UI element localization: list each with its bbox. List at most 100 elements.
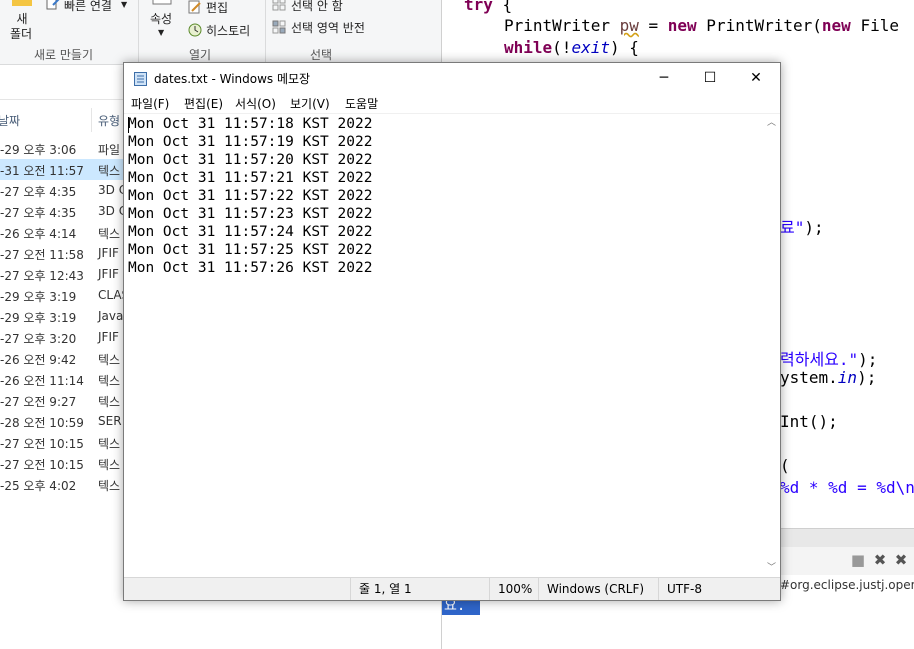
code-text: ystem. bbox=[780, 368, 838, 387]
edit-button[interactable]: 편집 bbox=[206, 0, 228, 16]
code-line: ( bbox=[780, 456, 790, 475]
scroll-up-icon[interactable]: ︿ bbox=[763, 115, 780, 132]
text-line: Mon Oct 31 11:57:19 KST 2022 bbox=[128, 134, 373, 150]
select-none-button[interactable]: 선택 안 함 bbox=[291, 0, 343, 14]
maximize-button[interactable]: ☐ bbox=[687, 63, 733, 93]
status-cursor-position: 줄 1, 열 1 bbox=[350, 578, 484, 600]
column-header-date[interactable]: 날짜 bbox=[0, 112, 20, 129]
file-type: 텍스 bbox=[98, 395, 121, 409]
file-date: -27 오전 11:58 bbox=[0, 248, 84, 262]
file-date: -26 오후 4:14 bbox=[0, 227, 77, 241]
code-text: PrintWriter bbox=[504, 16, 620, 35]
code-line: while(!exit) { bbox=[504, 38, 639, 57]
file-type: 텍스 bbox=[98, 479, 121, 493]
status-bar: 줄 1, 열 1 100% Windows (CRLF) UTF-8 bbox=[124, 577, 780, 600]
code-string: %d * %d = %d\n bbox=[780, 478, 914, 497]
file-type: 텍스 bbox=[98, 374, 121, 388]
code-text: ( bbox=[780, 456, 790, 475]
menu-edit[interactable]: 편집(E) bbox=[184, 95, 223, 112]
title-bar[interactable]: dates.txt - Windows 메모장 ─ ☐ ✕ bbox=[124, 63, 780, 93]
file-date: -26 오전 11:14 bbox=[0, 374, 84, 388]
menu-format[interactable]: 서식(O) bbox=[235, 95, 276, 112]
code-text: File bbox=[850, 16, 899, 35]
code-text: (! bbox=[552, 38, 572, 57]
history-button[interactable]: 히스토리 bbox=[206, 22, 250, 39]
remove-all-icon[interactable]: ✖ bbox=[893, 552, 909, 568]
properties-button[interactable]: 속성 bbox=[150, 10, 172, 27]
code-line: Int(); bbox=[780, 412, 838, 431]
text-line: Mon Oct 31 11:57:20 KST 2022 bbox=[128, 152, 373, 168]
code-text: PrintWriter( bbox=[696, 16, 822, 35]
new-folder-label-2: 폴더 bbox=[10, 27, 33, 41]
file-date: -27 오후 12:43 bbox=[0, 269, 84, 283]
new-folder-icon bbox=[12, 0, 32, 6]
explorer-ribbon: 새 폴더 빠른 연결 ▼ 속성 ▼ 편집 히스토리 선택 안 함 선택 영역 반… bbox=[0, 0, 441, 65]
terminate-icon[interactable]: ■ bbox=[850, 552, 866, 568]
window-title: dates.txt - Windows 메모장 bbox=[154, 72, 311, 86]
remove-launch-icon[interactable]: ✖ bbox=[872, 552, 888, 568]
file-date: -26 오전 9:42 bbox=[0, 353, 77, 367]
file-type: 텍스 bbox=[98, 164, 121, 178]
properties-icon bbox=[152, 0, 172, 5]
file-date: -29 오후 3:19 bbox=[0, 311, 77, 325]
code-field: in bbox=[837, 368, 858, 387]
console-header-text: #org.eclipse.justj.openjdk bbox=[780, 575, 914, 595]
text-line: Mon Oct 31 11:57:26 KST 2022 bbox=[128, 260, 373, 276]
menu-help[interactable]: 도움말 bbox=[345, 95, 378, 112]
edit-icon bbox=[188, 0, 201, 14]
ribbon-group-open: 열기 bbox=[189, 48, 212, 62]
code-keyword: try bbox=[464, 0, 493, 14]
menu-file[interactable]: 파일(F) bbox=[131, 95, 169, 112]
code-string: 료" bbox=[780, 218, 805, 237]
file-type: JFIF bbox=[98, 267, 119, 281]
code-text: ); bbox=[858, 350, 878, 369]
code-keyword: new bbox=[667, 16, 697, 35]
file-type: 파일 bbox=[98, 143, 121, 157]
code-keyword: new bbox=[821, 16, 851, 35]
text-line: Mon Oct 31 11:57:23 KST 2022 bbox=[128, 206, 373, 222]
code-field: exit bbox=[571, 38, 610, 57]
ribbon-group-new: 새로 만들기 bbox=[34, 48, 94, 62]
invert-selection-icon bbox=[272, 20, 286, 34]
code-line: %d * %d = %d\n bbox=[780, 478, 914, 497]
minimize-button[interactable]: ─ bbox=[641, 63, 687, 93]
code-keyword: while bbox=[504, 38, 553, 57]
code-line: 력하세요."); bbox=[780, 346, 877, 370]
menu-view[interactable]: 보기(V) bbox=[290, 95, 330, 112]
code-string: 력하세요." bbox=[780, 350, 859, 369]
file-type: SER bbox=[98, 414, 122, 428]
text-line: Mon Oct 31 11:57:22 KST 2022 bbox=[128, 188, 373, 204]
column-header-type[interactable]: 유형 bbox=[98, 112, 120, 129]
quick-access-button[interactable]: 빠른 연결 bbox=[64, 0, 112, 14]
close-button[interactable]: ✕ bbox=[733, 63, 779, 93]
code-line: ystem.in); bbox=[780, 368, 876, 387]
notepad-window[interactable]: dates.txt - Windows 메모장 ─ ☐ ✕ 파일(F) 편집(E… bbox=[123, 62, 781, 601]
history-icon bbox=[188, 23, 202, 37]
file-date: -27 오후 4:35 bbox=[0, 185, 77, 199]
text-line: Mon Oct 31 11:57:24 KST 2022 bbox=[128, 224, 373, 240]
select-none-icon bbox=[272, 0, 286, 11]
scroll-down-icon[interactable]: ﹀ bbox=[763, 560, 780, 577]
close-icon: ✕ bbox=[750, 70, 762, 86]
code-text: { bbox=[492, 0, 513, 14]
status-line-ending: Windows (CRLF) bbox=[538, 578, 651, 600]
code-text: Int(); bbox=[780, 412, 838, 431]
text-editor-area[interactable]: Mon Oct 31 11:57:18 KST 2022 Mon Oct 31 … bbox=[124, 113, 780, 578]
code-text: ); bbox=[857, 368, 877, 387]
file-date: -27 오전 9:27 bbox=[0, 395, 77, 409]
file-date: -25 오후 4:02 bbox=[0, 479, 77, 493]
code-text: = bbox=[638, 16, 668, 35]
invert-selection-button[interactable]: 선택 영역 반전 bbox=[291, 19, 365, 36]
file-date: -29 오후 3:06 bbox=[0, 143, 77, 157]
code-text: ); bbox=[804, 218, 824, 237]
maximize-icon: ☐ bbox=[703, 70, 717, 86]
file-type: JFIF bbox=[98, 246, 119, 260]
code-line: PrintWriter pw = new PrintWriter(new Fil… bbox=[504, 16, 899, 35]
editor-horizontal-scrollbar[interactable] bbox=[780, 528, 914, 547]
file-date: -31 오전 11:57 bbox=[0, 164, 84, 178]
status-encoding: UTF-8 bbox=[658, 578, 780, 600]
file-type: 텍스 bbox=[98, 353, 121, 367]
vertical-scrollbar[interactable]: ︿ ﹀ bbox=[763, 114, 780, 578]
code-text: ) { bbox=[609, 38, 639, 57]
file-type: 텍스 bbox=[98, 437, 121, 451]
